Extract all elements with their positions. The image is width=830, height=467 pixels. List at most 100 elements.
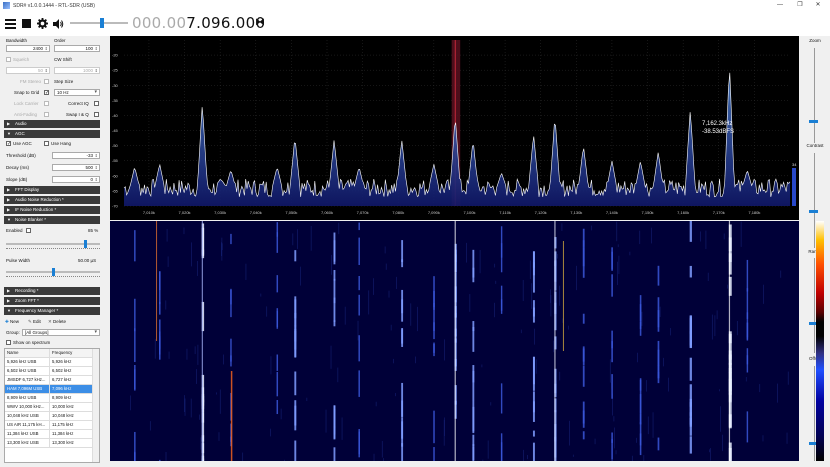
waterfall-noise-streak <box>306 397 308 402</box>
if-noise-reduction-section-header[interactable]: ▶ IF Noise Reduction * <box>4 206 100 214</box>
table-row[interactable]: JMSDF 6,727 kHz... 6,727 kHz <box>5 376 99 385</box>
y-tick-label: -35 <box>112 98 119 103</box>
waterfall-noise-streak <box>745 377 747 382</box>
swap-iq-checkbox[interactable] <box>94 112 99 117</box>
contrast-slider[interactable] <box>814 153 815 248</box>
gear-icon[interactable] <box>36 18 48 30</box>
close-button[interactable]: ✕ <box>806 0 830 11</box>
group-select[interactable]: [All Groups] <box>22 329 100 336</box>
zoom-fft-section-header[interactable]: ▶ Zoom FFT * <box>4 297 100 305</box>
x-tick-label: 7,130k <box>570 210 582 215</box>
audio-noise-reduction-section-header[interactable]: ▶ Audio Noise Reduction * <box>4 196 100 204</box>
audio-section-header[interactable]: ▶ Audio <box>4 120 100 128</box>
name-column-header[interactable]: Name <box>5 349 50 357</box>
use-hang-checkbox[interactable] <box>44 141 49 146</box>
waterfall-display[interactable] <box>110 221 799 461</box>
table-row[interactable]: WWV 10,000 kHz... 10,000 kHz <box>5 403 99 412</box>
zoom-slider-thumb[interactable] <box>809 120 818 123</box>
waterfall-noise-streak <box>700 231 701 242</box>
waterfall-noise-streak <box>373 453 375 461</box>
expanded-arrow-icon: ▼ <box>7 131 11 136</box>
table-cell-frequency: 11,175 kHz <box>52 422 74 427</box>
frequency-display[interactable]: 000.007.096.000 <box>132 14 265 32</box>
pulse-width-thumb[interactable] <box>51 268 55 276</box>
waterfall-carrier-trace <box>276 400 279 415</box>
noise-blanker-threshold-thumb[interactable] <box>84 240 88 248</box>
waterfall-carrier-trace <box>472 267 475 278</box>
slope-input[interactable]: 0 <box>52 176 100 183</box>
table-cell-name: 11,384 kHz USB <box>5 430 50 438</box>
waterfall-noise-streak <box>357 320 359 341</box>
volume-slider-thumb[interactable] <box>100 18 104 28</box>
zoom-slider[interactable] <box>814 48 815 143</box>
edit-button[interactable]: ✎ Edit <box>28 319 41 325</box>
step-size-select[interactable]: 10 Hz <box>54 89 100 96</box>
noise-blanker-section-header[interactable]: ▼ Noise Blanker * <box>4 216 100 224</box>
x-tick-label: 7,150k <box>642 210 654 215</box>
x-tick-label: 7,060k <box>321 210 333 215</box>
frequency-manager-section-header[interactable]: ▼ Frequency Manager * <box>4 307 100 315</box>
waterfall-carrier-trace <box>358 294 360 316</box>
frequency-column-header[interactable]: Frequency <box>50 349 92 357</box>
waterfall-carrier-trace <box>689 357 692 381</box>
volume-slider[interactable] <box>70 18 128 28</box>
anti-fading-checkbox[interactable] <box>44 112 49 117</box>
waterfall-noise-streak <box>341 417 343 440</box>
table-row[interactable]: 5,926 kHz USB 5,926 kHz <box>5 358 99 367</box>
pulse-width-slider[interactable] <box>6 268 100 276</box>
expanded-arrow-icon: ▼ <box>7 308 11 313</box>
table-row[interactable]: 11,384 kHz USB 11,384 kHz <box>5 430 99 439</box>
use-agc-checkbox[interactable] <box>6 141 11 146</box>
correct-iq-checkbox[interactable] <box>94 101 99 106</box>
table-row[interactable]: HAM 7,096M USB 7,096 kHz <box>5 385 99 394</box>
decay-input[interactable]: 500 <box>52 164 100 171</box>
frequency-swap-icon[interactable]: ⧓ <box>255 17 265 28</box>
bandwidth-input[interactable]: 2400 <box>6 45 50 52</box>
fm-stereo-checkbox[interactable] <box>44 79 49 84</box>
collapsed-arrow-icon: ▶ <box>7 187 11 192</box>
noise-blanker-enabled-checkbox[interactable] <box>26 228 31 233</box>
waterfall-noise-streak <box>168 351 170 359</box>
delete-button[interactable]: ✕ Delete <box>48 319 66 325</box>
new-button[interactable]: ✚ New <box>5 319 19 325</box>
order-input[interactable]: 100 <box>54 45 100 52</box>
table-scrollbar[interactable] <box>92 349 99 462</box>
waterfall-noise-streak <box>670 328 671 336</box>
waterfall-carrier-trace <box>276 371 279 397</box>
snap-to-grid-checkbox[interactable] <box>44 90 49 95</box>
waterfall-noise-streak <box>719 389 720 392</box>
agc-section-header[interactable]: ▼ AGC <box>4 130 100 138</box>
threshold-input[interactable]: -33 <box>52 152 100 159</box>
stop-icon[interactable] <box>20 18 32 30</box>
table-row[interactable]: US AIR 11,175 kH... 11,175 kHz <box>5 421 99 430</box>
spectrum-analyzer[interactable]: -20 -25 -30 -35 -40 -45 -50 -55 -60 -65 -70 7,010k 7… <box>110 36 799 220</box>
waterfall-noise-streak <box>490 402 492 406</box>
contrast-slider-thumb[interactable] <box>809 210 818 213</box>
waterfall-noise-streak <box>522 279 524 301</box>
speaker-icon[interactable] <box>52 18 64 30</box>
frequency-manager-section-title: Frequency Manager * <box>15 308 59 313</box>
range-slider[interactable] <box>814 258 815 353</box>
noise-blanker-threshold-slider[interactable] <box>6 240 100 248</box>
cw-shift-input[interactable]: 1000 <box>54 67 100 74</box>
squelch-input[interactable]: 50 <box>6 67 50 74</box>
agc-section-title: AGC <box>15 131 25 136</box>
menu-icon[interactable] <box>4 18 16 30</box>
table-row[interactable]: 13,300 kHz USB 13,300 kHz <box>5 439 99 448</box>
table-row[interactable]: 10,048 kHz USB 10,048 kHz <box>5 412 99 421</box>
offset-label: Offset <box>809 356 821 361</box>
fft-display-section-header[interactable]: ▶ FFT Display <box>4 186 100 194</box>
table-row[interactable]: 8,909 kHz USB 8,909 kHz <box>5 394 99 403</box>
offset-slider[interactable] <box>814 366 815 461</box>
expanded-arrow-icon: ▼ <box>7 217 11 222</box>
lock-carrier-checkbox[interactable] <box>44 101 49 106</box>
waterfall-noise-streak <box>270 356 272 375</box>
x-tick-label: 7,180k <box>748 210 760 215</box>
x-tick-label: 7,160k <box>677 210 689 215</box>
show-on-spectrum-checkbox[interactable] <box>6 340 11 345</box>
audio-noise-reduction-section-title: Audio Noise Reduction * <box>15 197 64 202</box>
x-tick-label: 7,120k <box>535 210 547 215</box>
squelch-checkbox[interactable] <box>6 57 11 62</box>
table-row[interactable]: 6,502 kHz USB 6,502 kHz <box>5 367 99 376</box>
recording-section-header[interactable]: ▶ Recording * <box>4 287 100 295</box>
